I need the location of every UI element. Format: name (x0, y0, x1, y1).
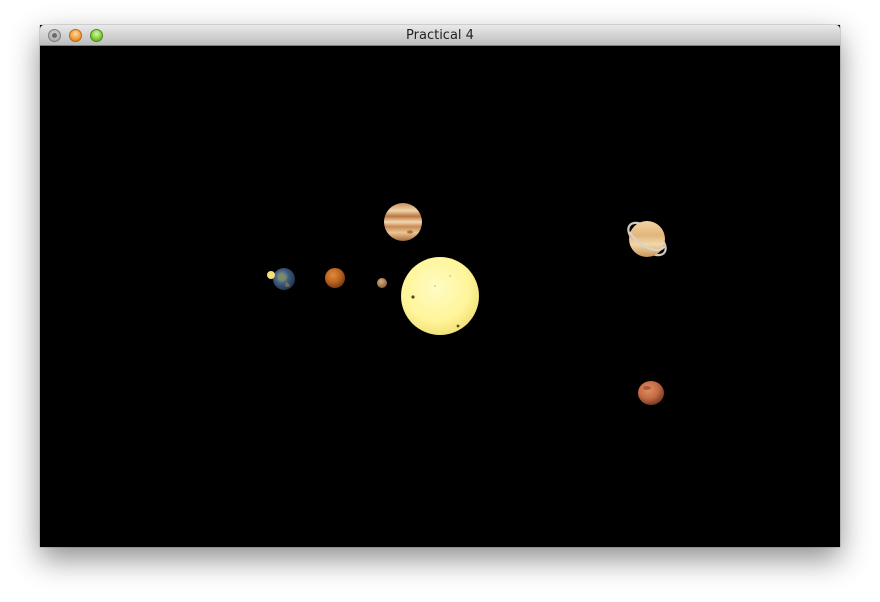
saturn (627, 221, 667, 257)
app-window: Practical 4 (40, 25, 840, 547)
render-canvas[interactable] (40, 46, 840, 547)
mars-inner (325, 268, 345, 288)
red-planet (638, 381, 664, 405)
window-title: Practical 4 (406, 28, 474, 43)
earth (273, 268, 295, 290)
moon (267, 271, 275, 279)
title-bar[interactable]: Practical 4 (40, 25, 840, 46)
solar-system-scene (267, 203, 667, 405)
jupiter (384, 203, 422, 241)
mercury (377, 278, 387, 288)
sun (401, 257, 479, 335)
